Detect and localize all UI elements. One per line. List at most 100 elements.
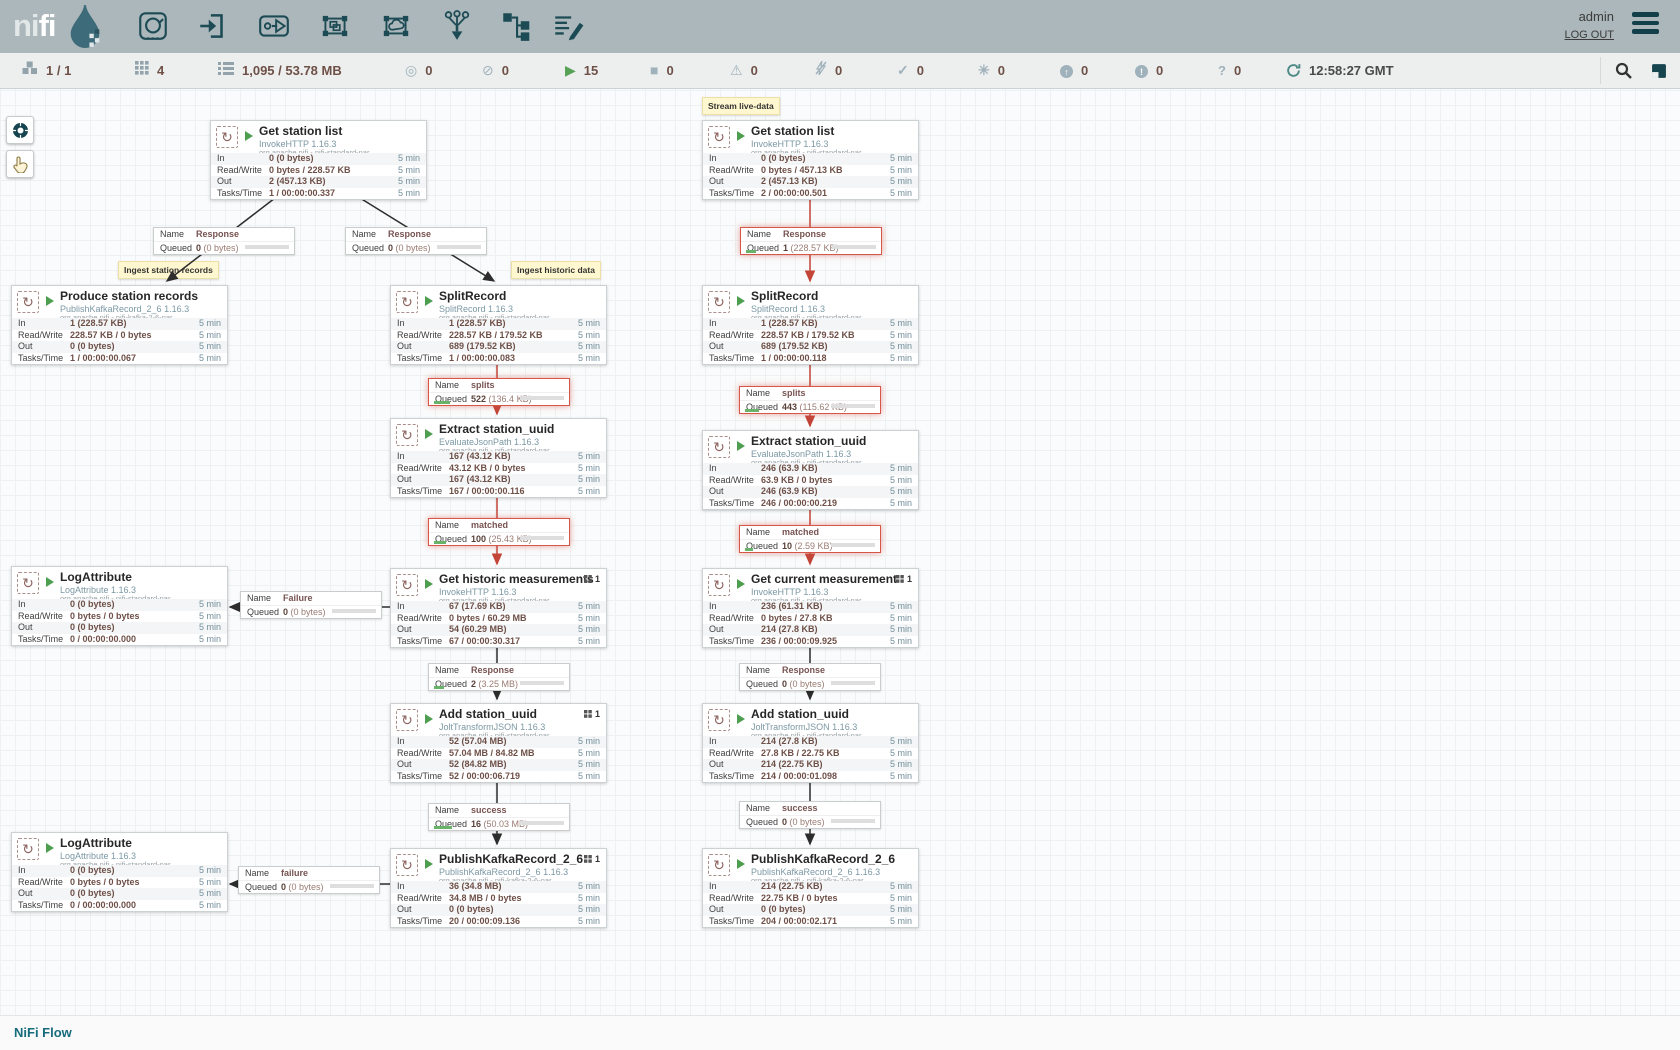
stat-window: 5 min	[890, 613, 912, 625]
stat-label: Read/Write	[217, 165, 269, 177]
toolbar-remote-process-group-icon[interactable]	[379, 9, 413, 43]
stat-row-out: Out214 (27.8 KB)5 min	[703, 624, 918, 636]
run-status-running-icon	[737, 441, 745, 451]
app-header: nifi admin LOG OUT	[0, 0, 1680, 53]
processor-get-station-list-2[interactable]: ↻Get station listInvokeHTTP 1.16.3org.ap…	[702, 120, 919, 200]
stat-label: In	[709, 736, 761, 748]
status-running: ▶15	[565, 53, 598, 88]
stat-window: 5 min	[578, 486, 600, 498]
processor-logattribute-8[interactable]: ↻LogAttributeLogAttribute 1.16.3org.apac…	[11, 566, 228, 646]
stat-value: 689 (179.52 KB)	[761, 341, 890, 353]
stat-window: 5 min	[890, 176, 912, 188]
stat-label: Out	[397, 759, 449, 771]
toolbar-funnel-icon[interactable]	[440, 9, 474, 43]
stat-label: Read/Write	[397, 748, 449, 760]
stat-row-tasks_time: Tasks/Time1 / 00:00:00.0675 min	[12, 353, 227, 365]
logout-link[interactable]: LOG OUT	[1564, 29, 1614, 41]
panel-toggle-button[interactable]	[1642, 53, 1676, 88]
processor-extract-station-uuid-6[interactable]: ↻Extract station_uuidEvaluateJsonPath 1.…	[390, 418, 607, 498]
processor-splitrecord-5[interactable]: ↻SplitRecordSplitRecord 1.16.3org.apache…	[702, 285, 919, 365]
stat-window: 5 min	[199, 318, 221, 330]
stat-row-tasks_time: Tasks/Time1 / 00:00:00.0835 min	[391, 353, 606, 365]
status-active-threads-icon	[135, 61, 149, 80]
toolbar-process-group-icon[interactable]	[318, 9, 352, 43]
stat-label: Read/Write	[709, 748, 761, 760]
stat-label: Out	[217, 176, 269, 188]
run-status-running-icon	[425, 579, 433, 589]
toolbar-output-port-icon[interactable]	[257, 9, 291, 43]
stat-row-in: In0 (0 bytes)5 min	[211, 153, 426, 165]
breadcrumb-root[interactable]: NiFi Flow	[14, 1016, 72, 1050]
processor-produce-station-records-3[interactable]: ↻Produce station recordsPublishKafkaReco…	[11, 285, 228, 365]
processor-extract-station-uuid-7[interactable]: ↻Extract station_uuidEvaluateJsonPath 1.…	[702, 430, 919, 510]
refresh-status[interactable]: 12:58:27 GMT	[1286, 53, 1394, 88]
processor-splitrecord-4[interactable]: ↻SplitRecordSplitRecord 1.16.3org.apache…	[390, 285, 607, 365]
toolbar-label-icon[interactable]	[551, 9, 585, 43]
processor-publishkafkarecord-2-6-15[interactable]: ↻PublishKafkaRecord_2_6PublishKafkaRecor…	[702, 848, 919, 928]
status-locally-modified-stale-count: 0	[1156, 63, 1163, 78]
status-locally-modified-icon: ✳	[978, 62, 990, 80]
stat-value: 0 / 00:00:00.000	[70, 634, 199, 646]
hand-pointer-icon	[12, 155, 28, 173]
stat-window: 5 min	[578, 601, 600, 613]
stat-value: 63.9 KB / 0 bytes	[761, 475, 890, 487]
operate-palette-button[interactable]	[6, 150, 34, 178]
stat-row-tasks_time: Tasks/Time204 / 00:00:02.1715 min	[703, 916, 918, 928]
stat-label: Read/Write	[709, 613, 761, 625]
run-status-running-icon	[425, 296, 433, 306]
processor-add-station-uuid-11[interactable]: ↻Add station_uuidJoltTransformJSON 1.16.…	[390, 703, 607, 783]
toolbar-input-port-icon[interactable]	[196, 9, 230, 43]
stat-window: 5 min	[199, 877, 221, 889]
processor-type-icon: ↻	[708, 574, 730, 596]
stat-window: 5 min	[398, 165, 420, 177]
navigate-palette-button[interactable]	[6, 116, 34, 144]
stat-label: Read/Write	[709, 330, 761, 342]
processor-name: Add station_uuid	[439, 707, 537, 721]
stat-window: 5 min	[578, 624, 600, 636]
stat-window: 5 min	[890, 463, 912, 475]
stat-label: Tasks/Time	[709, 498, 761, 510]
stat-value: 27.8 KB / 22.75 KB	[761, 748, 890, 760]
processor-get-station-list-1[interactable]: ↻Get station listInvokeHTTP 1.16.3org.ap…	[210, 120, 427, 200]
processor-logattribute-13[interactable]: ↻LogAttributeLogAttribute 1.16.3org.apac…	[11, 832, 228, 912]
stat-window: 5 min	[578, 916, 600, 928]
stat-value: 0 (0 bytes)	[449, 904, 578, 916]
search-button[interactable]	[1606, 53, 1640, 88]
stat-row-read_write: Read/Write43.12 KB / 0 bytes5 min	[391, 463, 606, 475]
processor-stats: In36 (34.8 MB)5 minRead/Write34.8 MB / 0…	[391, 881, 606, 927]
processor-stats: In52 (57.04 MB)5 minRead/Write57.04 MB /…	[391, 736, 606, 782]
processor-type-icon: ↻	[708, 126, 730, 148]
global-menu-icon[interactable]	[1632, 12, 1659, 40]
processor-publishkafkarecord-2-6-14[interactable]: ↻PublishKafkaRecord_2_6PublishKafkaRecor…	[390, 848, 607, 928]
status-sync-failure-icon: ?	[1218, 62, 1226, 80]
toolbar-processor-icon[interactable]	[136, 9, 170, 43]
processor-add-station-uuid-12[interactable]: ↻Add station_uuidJoltTransformJSON 1.16.…	[702, 703, 919, 783]
stat-label: Tasks/Time	[18, 353, 70, 365]
run-status-running-icon	[46, 843, 54, 853]
status-invalid-count: 0	[751, 63, 758, 78]
processor-get-historic-measurements-9[interactable]: ↻Get historic measurementsInvokeHTTP 1.1…	[390, 568, 607, 648]
breadcrumb-bar: NiFi Flow	[0, 1015, 1680, 1050]
processor-type-icon: ↻	[216, 126, 238, 148]
processor-get-current-measurement-10[interactable]: ↻Get current measurementInvokeHTTP 1.16.…	[702, 568, 919, 648]
stat-window: 5 min	[578, 451, 600, 463]
flow-status-bar: 1 / 141,095 / 53.78 MB◎0⊘0▶15■0⚠00✓0✳0↑0…	[0, 53, 1680, 89]
stat-window: 5 min	[890, 736, 912, 748]
stat-value: 0 bytes / 0 bytes	[70, 877, 199, 889]
stat-window: 5 min	[890, 165, 912, 177]
stat-label: Out	[709, 904, 761, 916]
stat-row-read_write: Read/Write0 bytes / 27.8 KB5 min	[703, 613, 918, 625]
stat-value: 246 (63.9 KB)	[761, 486, 890, 498]
toolbar-template-icon[interactable]	[499, 9, 533, 43]
stat-value: 1 / 00:00:00.083	[449, 353, 578, 365]
stat-value: 214 (27.8 KB)	[761, 736, 890, 748]
stat-row-read_write: Read/Write0 bytes / 0 bytes5 min	[12, 611, 227, 623]
stat-label: In	[709, 153, 761, 165]
stat-window: 5 min	[199, 634, 221, 646]
stat-window: 5 min	[890, 188, 912, 200]
stat-window: 5 min	[199, 865, 221, 877]
stat-value: 1 (228.57 KB)	[449, 318, 578, 330]
status-not-transmitting-icon: ⊘	[482, 62, 494, 80]
active-threads-badge: 1	[584, 854, 600, 864]
stat-row-out: Out689 (179.52 KB)5 min	[391, 341, 606, 353]
